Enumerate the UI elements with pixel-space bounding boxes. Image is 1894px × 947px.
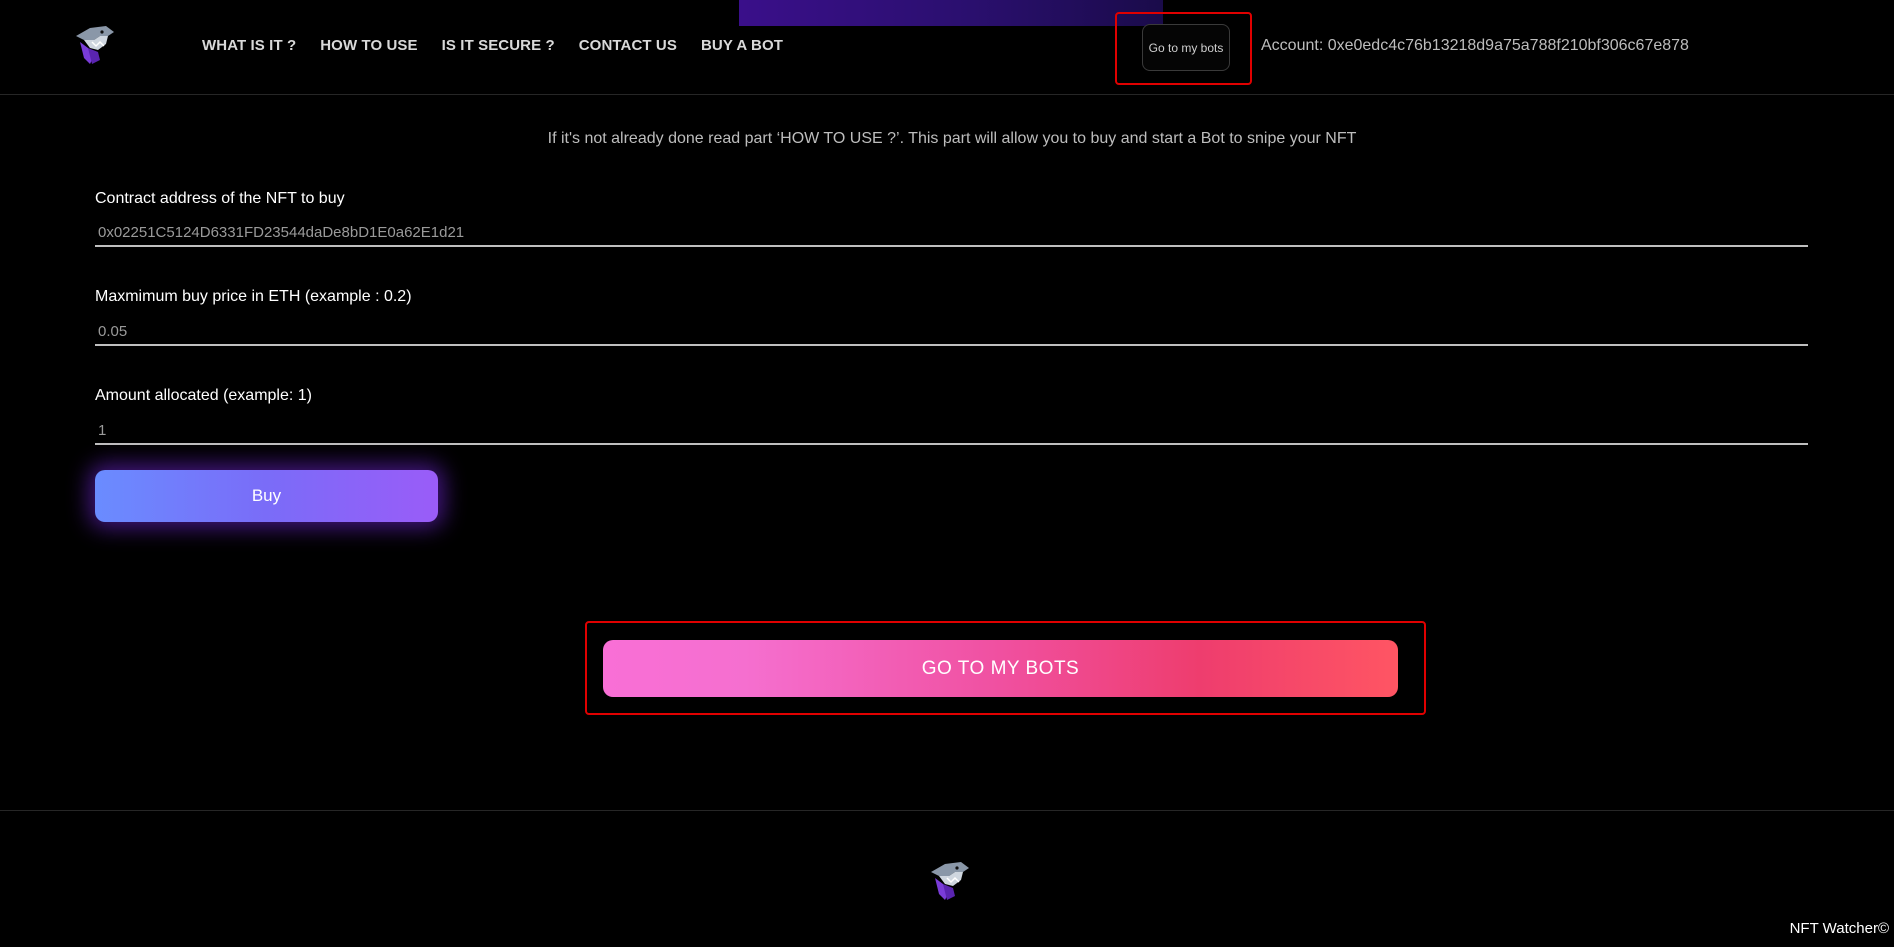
goto-my-bots-button[interactable]: Go to my bots (1142, 24, 1230, 71)
nav-contact-us[interactable]: CONTACT US (579, 37, 677, 54)
main-nav: WHAT IS IT ? HOW TO USE IS IT SECURE ? C… (202, 37, 783, 54)
amount-input[interactable] (95, 417, 1808, 445)
amount-label: Amount allocated (example: 1) (95, 387, 312, 404)
max-price-input[interactable] (95, 318, 1808, 346)
contract-address-label: Contract address of the NFT to buy (95, 190, 345, 207)
goto-bots-big-highlight: GO TO MY BOTS (585, 621, 1426, 715)
shark-logo-icon (931, 862, 969, 900)
nav-buy-a-bot[interactable]: BUY A BOT (701, 37, 783, 54)
footer-divider (0, 810, 1894, 811)
account-address: Account: 0xe0edc4c76b13218d9a75a788f210b… (1261, 37, 1689, 54)
max-price-label: Maxmimum buy price in ETH (example : 0.2… (95, 288, 412, 305)
intro-text: If it's not already done read part ‘HOW … (547, 130, 1357, 147)
site-header: WHAT IS IT ? HOW TO USE IS IT SECURE ? C… (0, 0, 1894, 95)
goto-my-bots-big-button[interactable]: GO TO MY BOTS (603, 640, 1398, 697)
copyright-text: NFT Watcher© (1789, 920, 1889, 937)
buy-button[interactable]: Buy (95, 470, 438, 522)
nav-what-is-it[interactable]: WHAT IS IT ? (202, 37, 296, 54)
contract-address-input[interactable] (95, 219, 1808, 247)
nav-is-it-secure[interactable]: IS IT SECURE ? (442, 37, 555, 54)
nav-how-to-use[interactable]: HOW TO USE (320, 37, 417, 54)
shark-logo-icon[interactable] (70, 22, 118, 66)
goto-bots-highlight: Go to my bots (1115, 12, 1252, 85)
